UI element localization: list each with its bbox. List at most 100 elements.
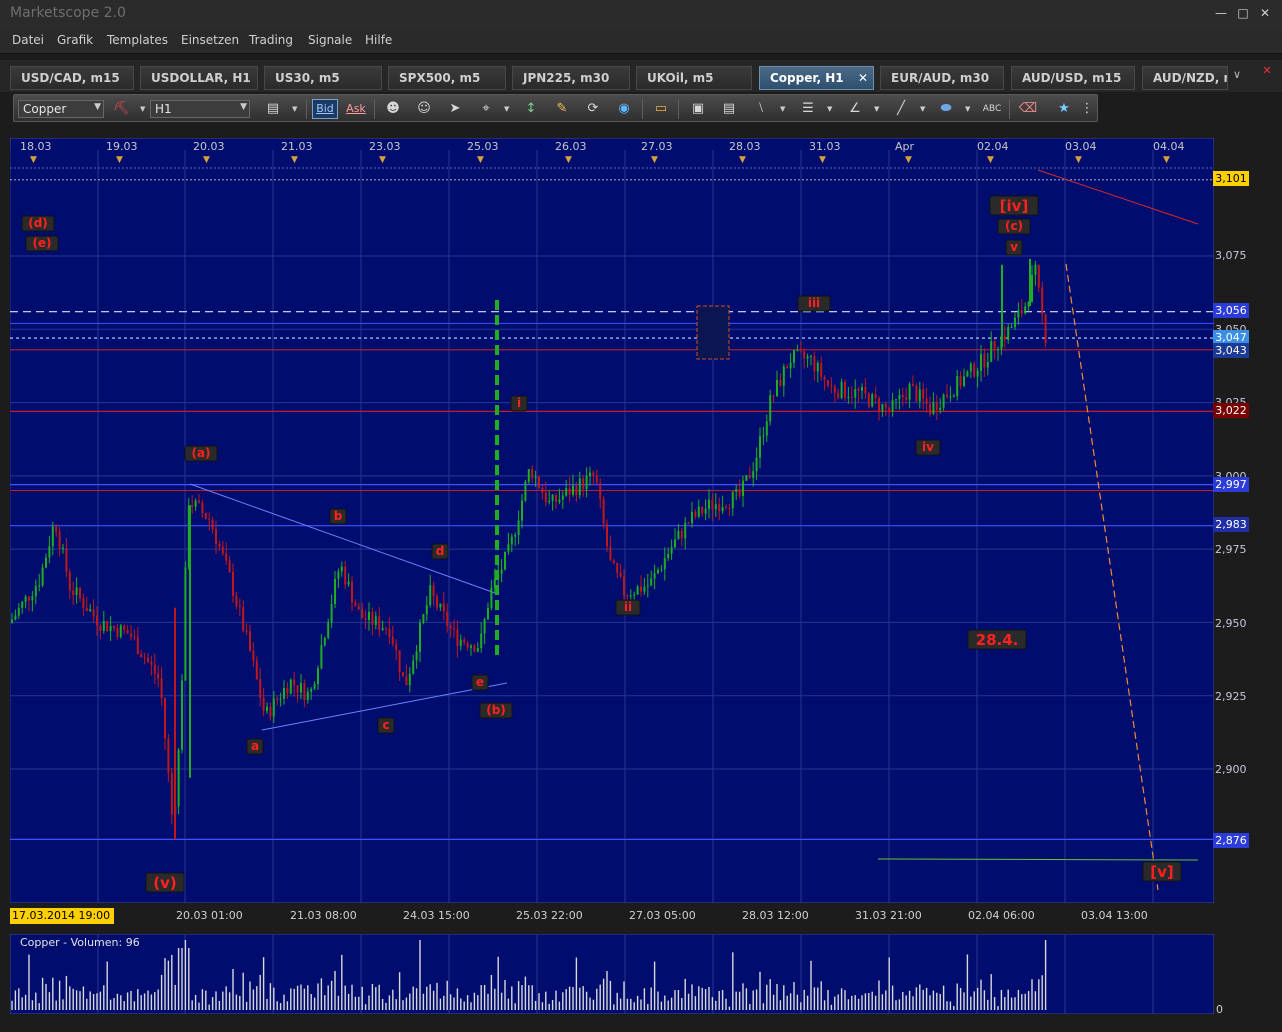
price-level-box[interactable]: 3,043 xyxy=(1213,343,1249,358)
grid-icon[interactable]: ☰ xyxy=(797,99,819,119)
ruler-icon[interactable]: ▭ xyxy=(650,99,672,119)
bid-button[interactable]: Bid xyxy=(312,99,338,119)
compass-icon[interactable]: ⟳ xyxy=(582,99,604,119)
session-marker-icon: ▼ xyxy=(1075,155,1082,165)
price-chart[interactable]: (d) (e) (a) b d (b) e a c (v) i ii iii iv [iv] (c) v 28.4… xyxy=(10,138,1214,903)
globe-icon[interactable]: ◉ xyxy=(613,99,635,119)
wave-label[interactable]: (b) xyxy=(479,702,513,719)
chevron-down-icon[interactable]: ▼ xyxy=(780,105,785,113)
session-marker-icon: ▼ xyxy=(905,155,912,165)
wave-label[interactable]: i xyxy=(510,395,528,412)
wave-label[interactable]: b xyxy=(329,508,347,525)
chevron-down-icon[interactable]: ▼ xyxy=(504,105,509,113)
tab-ukoil[interactable]: UKOil, m5 xyxy=(636,66,752,90)
close-icon[interactable]: ✕ xyxy=(1258,6,1272,20)
tab-us30[interactable]: US30, m5 xyxy=(264,66,382,90)
candle-body xyxy=(765,421,768,436)
pen-icon[interactable]: ╱ xyxy=(890,99,912,119)
candle-body xyxy=(782,366,785,386)
chevron-down-icon[interactable]: ▼ xyxy=(140,105,145,113)
menu-signale[interactable]: Signale xyxy=(308,33,352,47)
abc-text-icon[interactable]: ABC xyxy=(981,99,1003,119)
wave-label[interactable]: (e) xyxy=(25,235,59,252)
tab-usdcad[interactable]: USD/CAD, m15 xyxy=(10,66,134,90)
wave-label[interactable]: iv xyxy=(915,439,941,456)
close-all-icon[interactable]: ✕ xyxy=(1260,64,1274,82)
ask-button[interactable]: Ask xyxy=(343,99,369,119)
price-level-box[interactable]: 2,983 xyxy=(1213,517,1249,532)
wave-label[interactable]: v xyxy=(1005,239,1023,256)
chevron-down-icon[interactable]: ▼ xyxy=(827,105,832,113)
crosshair-icon[interactable]: ⌖ xyxy=(475,99,497,119)
wave-label[interactable]: a xyxy=(246,738,264,755)
chevron-down-icon[interactable]: ▼ xyxy=(292,105,297,113)
wave-label[interactable]: (d) xyxy=(21,215,55,232)
eraser-icon[interactable]: ⌫ xyxy=(1017,99,1039,119)
wave-label[interactable]: e xyxy=(471,674,489,691)
candle-body xyxy=(402,672,404,677)
tab-jpn225[interactable]: JPN225, m30 xyxy=(512,66,630,90)
menu-einsetzen[interactable]: Einsetzen xyxy=(181,33,239,47)
ellipse-icon[interactable]: ⬬ xyxy=(935,99,957,119)
vertical-zoom-icon[interactable]: ↕ xyxy=(520,99,542,119)
price-level-box[interactable]: 2,876 xyxy=(1213,833,1249,848)
wave-label[interactable]: iii xyxy=(797,295,831,312)
wave-label[interactable]: (c) xyxy=(997,218,1031,235)
instrument-select[interactable]: Copper ▼ xyxy=(18,100,104,118)
person-icon[interactable]: ☻ xyxy=(382,99,404,119)
candle-body xyxy=(830,385,833,387)
minimize-icon[interactable]: — xyxy=(1214,6,1228,20)
note-icon[interactable]: ✎ xyxy=(551,99,573,119)
link-icon[interactable]: ⛏ xyxy=(110,99,132,119)
candle-body xyxy=(769,395,772,422)
image-icon[interactable]: ▣ xyxy=(687,99,709,119)
tab-list-icon[interactable]: ∨ xyxy=(1230,68,1244,86)
wave-label[interactable]: [v] xyxy=(1142,861,1182,882)
chevron-down-icon[interactable]: ▼ xyxy=(965,105,970,113)
tab-euraud[interactable]: EUR/AUD, m30 xyxy=(880,66,1004,90)
lines-icon[interactable]: ⧵ xyxy=(750,99,772,119)
cursor-icon[interactable]: ➤ xyxy=(444,99,466,119)
wave-label[interactable]: 28.4. xyxy=(967,629,1027,650)
overflow-icon[interactable]: ⋮ xyxy=(1080,99,1094,119)
chart-type-icon[interactable]: ▤ xyxy=(262,99,284,119)
fibonacci-icon[interactable]: ∠ xyxy=(844,99,866,119)
highlight-box[interactable] xyxy=(696,305,730,360)
tab-close-icon[interactable]: ✕ xyxy=(858,71,868,85)
price-level-box[interactable]: 3,022 xyxy=(1213,403,1249,418)
chart-canvas[interactable]: (d)(e)(a)bd(b)eac(v)iiiiiiiv[iv](c)v28.4… xyxy=(10,138,1214,903)
wave-label[interactable]: c xyxy=(377,717,395,734)
tab-copper[interactable]: Copper, H1 ✕ xyxy=(759,66,874,90)
candle-body xyxy=(952,396,955,398)
tab-usdollar[interactable]: USDOLLAR, H1 xyxy=(140,66,258,90)
price-level-box[interactable]: 3,101 xyxy=(1213,171,1249,186)
menu-grafik[interactable]: Grafik xyxy=(57,33,93,47)
menu-trading[interactable]: Trading xyxy=(249,33,293,47)
candle-body xyxy=(616,562,619,573)
candle-body xyxy=(677,531,680,540)
volume-pane[interactable] xyxy=(10,934,1214,1014)
candle-body xyxy=(204,513,207,519)
menu-datei[interactable]: Datei xyxy=(12,33,44,47)
timeframe-select[interactable]: H1 ▼ xyxy=(150,100,250,118)
menu-hilfe[interactable]: Hilfe xyxy=(365,33,392,47)
price-level-box[interactable]: 3,056 xyxy=(1213,303,1249,318)
price-level-box[interactable]: 2,997 xyxy=(1213,477,1249,492)
wave-label[interactable]: (v) xyxy=(145,872,185,893)
wave-label[interactable]: (a) xyxy=(184,445,218,462)
menu-templates[interactable]: Templates xyxy=(107,33,168,47)
wave-label[interactable]: ii xyxy=(615,599,641,616)
wave-label[interactable]: [iv] xyxy=(989,195,1039,216)
chevron-down-icon[interactable]: ▼ xyxy=(874,105,879,113)
person-2-icon[interactable]: ☺ xyxy=(413,99,435,119)
tab-audnzd[interactable]: AUD/NZD, m xyxy=(1142,66,1228,90)
tree-icon[interactable]: ★ xyxy=(1053,99,1075,119)
candle-body xyxy=(504,551,506,570)
candle-body xyxy=(198,500,200,503)
screenshot-icon[interactable]: ▤ xyxy=(718,99,740,119)
maximize-icon[interactable]: □ xyxy=(1236,6,1250,20)
tab-spx500[interactable]: SPX500, m5 xyxy=(388,66,506,90)
wave-label[interactable]: d xyxy=(431,543,449,560)
chevron-down-icon[interactable]: ▼ xyxy=(920,105,925,113)
tab-audusd[interactable]: AUD/USD, m15 xyxy=(1011,66,1135,90)
